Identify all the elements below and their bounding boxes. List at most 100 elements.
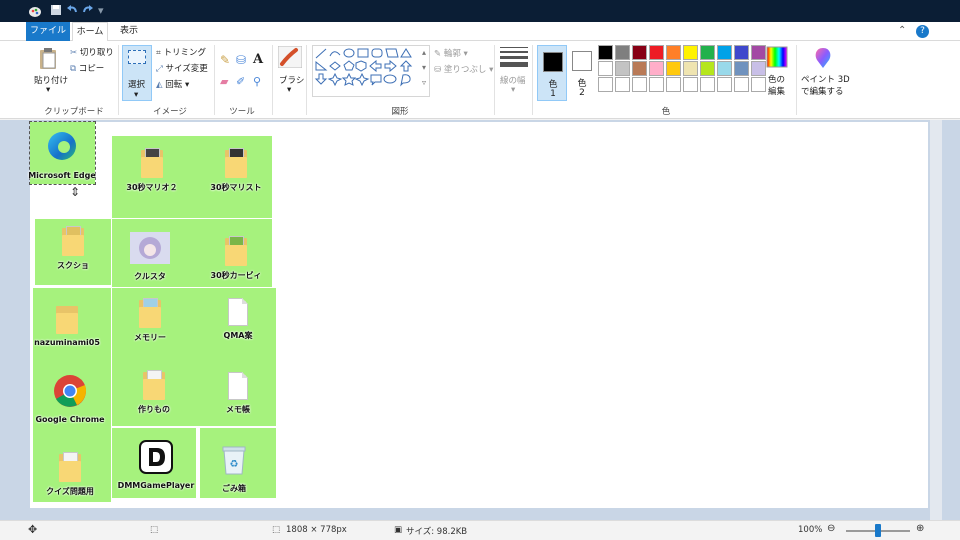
palette-color-swatch[interactable]: [649, 77, 664, 92]
shapes-scroll-up-icon[interactable]: ▴: [422, 48, 426, 57]
edit-colors-label-1: 色の: [768, 75, 786, 85]
palette-color-swatch[interactable]: [615, 77, 630, 92]
desktop-icon-edge[interactable]: Microsoft Edge: [22, 130, 102, 180]
desktop-icon-app[interactable]: クルスタ: [110, 232, 190, 282]
color-picker-icon[interactable]: ✐: [236, 75, 245, 88]
palette-color-swatch[interactable]: [734, 61, 749, 76]
desktop-icon-chrome[interactable]: Google Chrome: [30, 374, 110, 424]
svg-text:♻: ♻: [230, 459, 239, 470]
shapes-gallery[interactable]: [312, 45, 430, 97]
palette-color-swatch[interactable]: [751, 61, 766, 76]
brushes-dropdown-icon[interactable]: ▾: [287, 85, 291, 95]
crop-icon: ⌗: [156, 48, 161, 58]
desktop-icon-document[interactable]: QMA案: [198, 298, 278, 341]
outline-button[interactable]: ✎ 輪郭 ▾: [434, 47, 468, 59]
rotate-button[interactable]: ◭ 回転 ▾: [156, 78, 189, 90]
desktop-icon-folder[interactable]: メモリー: [110, 298, 190, 343]
eraser-icon[interactable]: ▰: [220, 75, 228, 88]
icon-label: 作りもの: [138, 405, 170, 414]
desktop-icon-folder[interactable]: 30秒マリスト: [196, 148, 276, 193]
desktop-icon-dmm[interactable]: DMMGamePlayer: [116, 440, 196, 490]
text-tool-icon[interactable]: A: [253, 52, 263, 67]
shapes-scroll-down-icon[interactable]: ▾: [422, 63, 426, 72]
redo-icon[interactable]: [82, 4, 94, 18]
select-dropdown-icon[interactable]: ▾: [134, 90, 138, 100]
zoom-in-icon[interactable]: ⊕: [916, 523, 924, 534]
palette-color-swatch[interactable]: [734, 77, 749, 92]
save-icon[interactable]: [50, 4, 62, 18]
select-button[interactable]: 選択 ▾: [122, 45, 152, 101]
palette-color-swatch[interactable]: [683, 61, 698, 76]
customize-quick-access-icon[interactable]: ▾: [98, 4, 104, 18]
desktop-icon-folder[interactable]: 作りもの: [114, 370, 194, 415]
palette-color-swatch[interactable]: [632, 45, 647, 60]
color2-button[interactable]: 色 2: [567, 45, 597, 101]
paint3d-button[interactable]: [812, 46, 834, 73]
fill-bucket-icon[interactable]: ⛁: [236, 53, 246, 67]
palette-color-swatch[interactable]: [649, 45, 664, 60]
palette-color-swatch[interactable]: [666, 77, 681, 92]
zoom-slider-thumb[interactable]: [875, 524, 881, 537]
palette-color-swatch[interactable]: [700, 61, 715, 76]
undo-icon[interactable]: [66, 4, 78, 18]
palette-color-swatch[interactable]: [734, 45, 749, 60]
palette-color-swatch[interactable]: [615, 61, 630, 76]
palette-color-swatch[interactable]: [649, 61, 664, 76]
palette-color-swatch[interactable]: [598, 77, 613, 92]
palette-color-swatch[interactable]: [598, 61, 613, 76]
vertical-scrollbar[interactable]: [930, 120, 942, 520]
line-width-dropdown-icon[interactable]: ▾: [511, 85, 515, 95]
palette-color-swatch[interactable]: [666, 61, 681, 76]
magnifier-icon[interactable]: ⚲: [253, 75, 261, 88]
pencil-icon[interactable]: ✎: [220, 53, 230, 67]
status-bar: ✥ ⬚ ⬚ 1808 × 778px ▣ サイズ: 98.2KB 100% ⊖ …: [0, 520, 960, 540]
help-icon[interactable]: ?: [916, 25, 929, 38]
palette-color-swatch[interactable]: [683, 45, 698, 60]
copy-button[interactable]: ⧉ コピー: [70, 62, 104, 74]
palette-color-swatch[interactable]: [666, 45, 681, 60]
resize-button[interactable]: ⤢ サイズ変更: [156, 62, 208, 74]
palette-color-swatch[interactable]: [751, 45, 766, 60]
desktop-icon-document[interactable]: メモ帳: [198, 372, 278, 415]
clipboard-icon: [40, 48, 56, 69]
paste-dropdown-icon[interactable]: ▾: [46, 85, 50, 95]
crop-button[interactable]: ⌗ トリミング: [156, 46, 206, 58]
rotate-dropdown-icon[interactable]: ▾: [185, 80, 189, 90]
icon-label: ごみ箱: [222, 484, 246, 493]
color1-button[interactable]: 色 1: [537, 45, 567, 101]
palette-color-swatch[interactable]: [683, 77, 698, 92]
fill-button[interactable]: ⛁ 塗りつぶし ▾: [434, 63, 493, 75]
desktop-icon-folder[interactable]: 30秒カービィ: [196, 236, 276, 281]
shapes-more-icon[interactable]: ▿: [422, 78, 426, 87]
palette-color-swatch[interactable]: [751, 77, 766, 92]
desktop-icon-folder[interactable]: クイズ問題用: [30, 452, 110, 497]
desktop-icon-folder[interactable]: スクショ: [33, 226, 113, 271]
icon-label: 30秒カービィ: [210, 271, 262, 280]
edit-colors-button[interactable]: [766, 46, 788, 71]
desktop-icon-folder[interactable]: 30秒マリオ２: [112, 148, 192, 193]
palette-color-swatch[interactable]: [717, 77, 732, 92]
palette-color-swatch[interactable]: [598, 45, 613, 60]
desktop-icon-folder[interactable]: nazuminami05: [27, 304, 107, 347]
palette-color-swatch[interactable]: [717, 45, 732, 60]
collapse-ribbon-icon[interactable]: ⌃: [898, 25, 906, 36]
file-size-icon: ▣: [394, 525, 403, 535]
palette-color-swatch[interactable]: [700, 77, 715, 92]
image-canvas[interactable]: ⇕ Microsoft Edge 30秒マリオ２ 30秒マリスト スクショ クル…: [27, 121, 928, 508]
edge-icon: [48, 132, 76, 160]
brushes-button[interactable]: [277, 45, 303, 71]
line-width-icon[interactable]: [500, 47, 528, 70]
palette-color-swatch[interactable]: [717, 61, 732, 76]
palette-color-swatch[interactable]: [700, 45, 715, 60]
tab-file[interactable]: ファイル: [26, 22, 70, 41]
tab-view[interactable]: 表示: [112, 22, 146, 41]
tab-home[interactable]: ホーム: [72, 22, 108, 41]
paste-button[interactable]: [38, 47, 60, 71]
brushes-label: ブラシ: [279, 76, 305, 86]
palette-color-swatch[interactable]: [632, 77, 647, 92]
zoom-out-icon[interactable]: ⊖: [827, 523, 835, 534]
palette-color-swatch[interactable]: [615, 45, 630, 60]
cut-button[interactable]: ✂ 切り取り: [70, 46, 114, 58]
desktop-icon-recycle-bin[interactable]: ♻ ごみ箱: [194, 442, 274, 494]
palette-color-swatch[interactable]: [632, 61, 647, 76]
